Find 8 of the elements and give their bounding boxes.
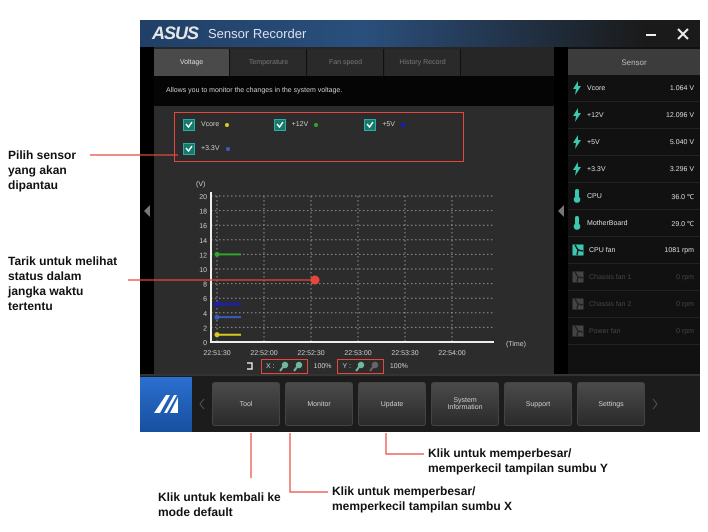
callout-text: Tarik untuk melihat status dalam jangka waktu tertentu <box>8 254 118 314</box>
callout-text: Klik untuk memperbesar/ memperkecil tampilan sumbu X <box>332 484 514 514</box>
callout-text: Klik untuk kembali ke mode default <box>158 490 282 520</box>
window-title: Sensor Recorder <box>208 26 306 42</box>
callout-text: Pilih sensor yang akan dipantau <box>8 148 78 193</box>
panel-header: Sensor <box>568 49 700 76</box>
callout-text: Klik untuk memperbesar/ memperkecil tampilan sumbu Y <box>428 446 609 476</box>
brand-logo: ASUS <box>152 23 198 44</box>
